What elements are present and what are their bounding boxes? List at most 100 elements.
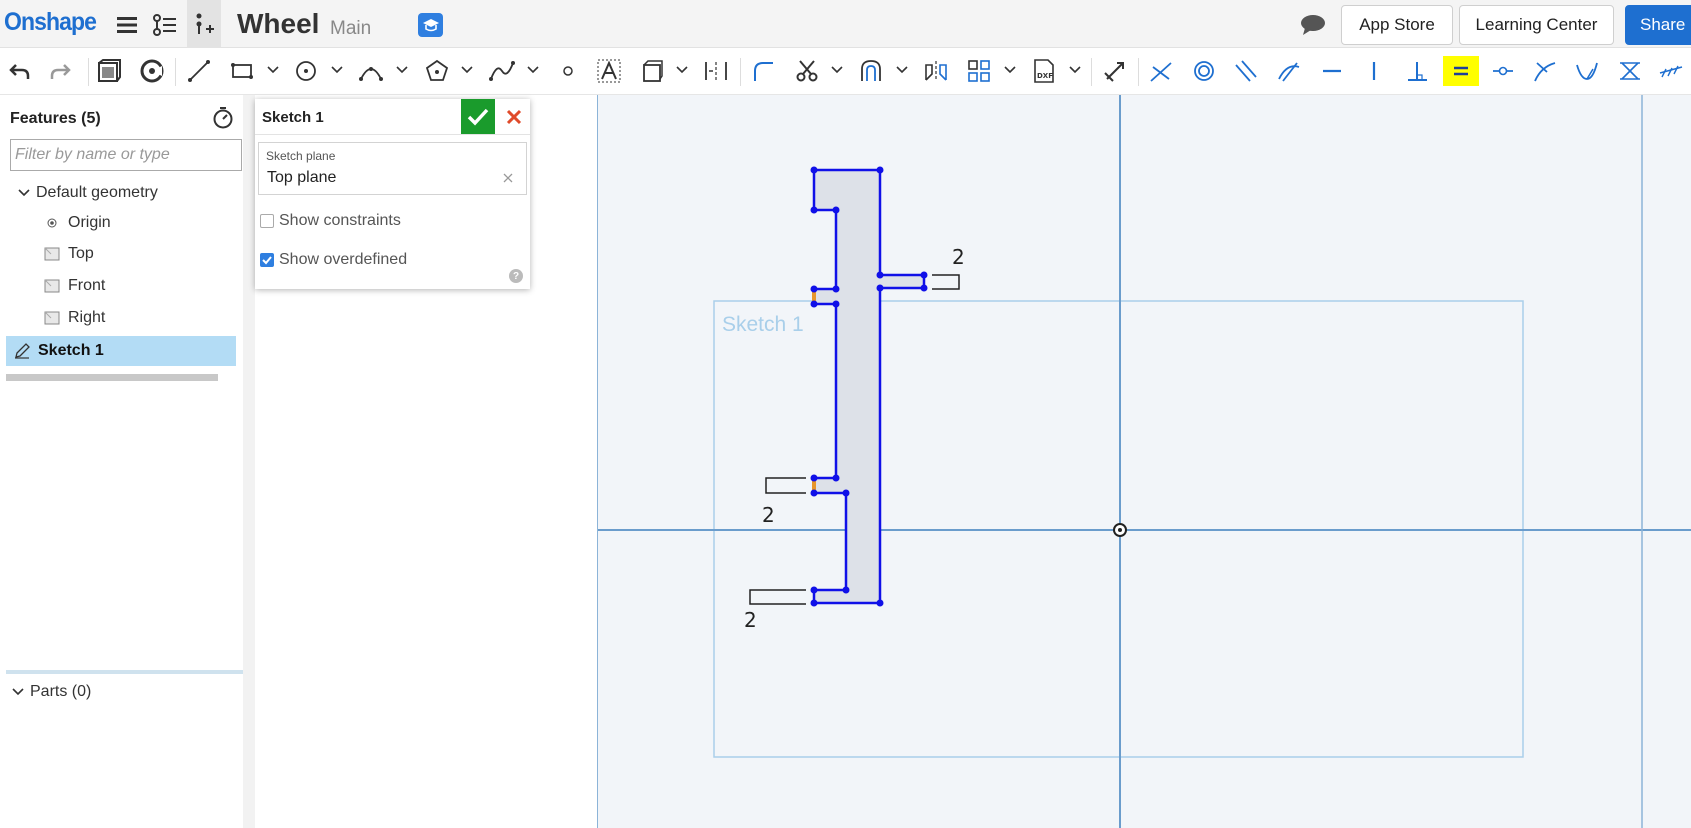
view-normal-icon[interactable]	[94, 56, 124, 86]
workspace-name[interactable]: Main	[330, 18, 371, 40]
panel-divider[interactable]	[6, 670, 255, 674]
line-icon[interactable]	[184, 56, 214, 86]
sketch-plane-value[interactable]: Top plane	[267, 169, 336, 187]
help-icon[interactable]: ?	[509, 269, 523, 283]
menu-icon[interactable]	[114, 12, 140, 38]
mirror-icon[interactable]	[921, 56, 951, 86]
horizontal-icon[interactable]	[1317, 56, 1347, 86]
dimension-icon[interactable]	[701, 56, 731, 86]
features-title: Features (5)	[10, 110, 101, 127]
show-overdefined-checkbox[interactable]	[260, 253, 274, 267]
tangent-icon[interactable]	[1274, 56, 1304, 86]
dimension-1[interactable]: 2	[932, 245, 965, 290]
tree-item-default-geometry[interactable]: Default geometry	[16, 178, 256, 208]
spline-icon[interactable]	[487, 56, 517, 86]
show-constraints-toggle[interactable]: Show constraints	[260, 212, 401, 230]
coincident-icon[interactable]	[1146, 56, 1176, 86]
sketch-plane-field[interactable]: Sketch plane Top plane	[258, 142, 527, 195]
show-overdefined-toggle[interactable]: Show overdefined	[260, 251, 407, 269]
undo-icon[interactable]	[4, 56, 34, 86]
plane-icon	[44, 278, 60, 294]
equal-icon[interactable]	[1443, 56, 1479, 86]
learning-badge-icon[interactable]	[418, 13, 443, 37]
feature-filter-input[interactable]	[11, 140, 241, 170]
fix-icon[interactable]	[1656, 56, 1686, 86]
graphics-viewport[interactable]: Sketch 1 2 2 2	[597, 95, 1691, 828]
pattern-icon[interactable]	[964, 56, 994, 86]
feature-panel: Features (5) Default geometry Origin Top…	[0, 95, 255, 828]
vertical-icon[interactable]	[1359, 56, 1389, 86]
sketch-plane-label: Sketch plane	[266, 149, 336, 163]
show-constraints-label: Show constraints	[279, 212, 401, 229]
chevron-down-icon[interactable]	[16, 185, 32, 201]
app-store-button[interactable]: App Store	[1341, 5, 1453, 45]
circle-icon[interactable]	[291, 56, 321, 86]
construction-icon[interactable]	[637, 56, 667, 86]
sketch-toolbar: DXF	[0, 48, 1691, 95]
horizontal-scrollbar[interactable]	[6, 374, 218, 381]
feature-list-icon[interactable]	[152, 12, 178, 38]
onshape-logo[interactable]: Onshape	[4, 8, 97, 37]
rectangle-icon[interactable]	[227, 56, 257, 86]
chevron-down-icon[interactable]	[675, 62, 689, 78]
parts-list-header[interactable]: Parts (0)	[10, 683, 91, 701]
show-constraints-checkbox[interactable]	[260, 214, 274, 228]
concentric-icon[interactable]	[1189, 56, 1219, 86]
sketch-dialog: Sketch 1 Sketch plane Top plane Show con…	[255, 99, 530, 289]
toolbar-separator	[1091, 58, 1092, 86]
tree-item-label: Front	[68, 277, 106, 294]
cancel-button[interactable]	[499, 99, 529, 134]
chevron-down-icon[interactable]	[266, 62, 280, 78]
rollback-timer-icon[interactable]	[211, 105, 235, 134]
chevron-down-icon[interactable]	[10, 684, 26, 700]
clear-selection-icon[interactable]	[502, 171, 514, 189]
offset-icon[interactable]	[856, 56, 886, 86]
document-title[interactable]: Wheel	[237, 8, 319, 40]
dimension-2[interactable]: 2	[762, 477, 806, 527]
sketch-icon	[14, 343, 30, 359]
tree-item-label: Sketch 1	[38, 342, 104, 359]
sketch-profile[interactable]	[812, 168, 926, 605]
fillet-icon[interactable]	[748, 56, 778, 86]
origin-marker[interactable]	[1113, 523, 1127, 537]
chevron-down-icon[interactable]	[1003, 62, 1017, 78]
chevron-down-icon[interactable]	[1068, 62, 1082, 78]
chevron-down-icon[interactable]	[830, 62, 844, 78]
toolbar-separator	[1138, 58, 1139, 86]
top-bar: Onshape Wheel Main App Store Learning Ce…	[0, 0, 1691, 48]
transform-icon[interactable]	[1100, 56, 1130, 86]
midpoint-icon[interactable]	[1488, 56, 1518, 86]
use-icon[interactable]	[137, 56, 167, 86]
insert-icon[interactable]	[187, 0, 221, 48]
chevron-down-icon[interactable]	[526, 62, 540, 78]
dimension-3[interactable]: 2	[744, 589, 806, 632]
parallel-icon[interactable]	[1231, 56, 1261, 86]
normal-icon[interactable]	[1530, 56, 1560, 86]
sketch-canvas[interactable]: Sketch 1 2 2 2	[598, 95, 1691, 828]
perpendicular-icon[interactable]	[1402, 56, 1432, 86]
chevron-down-icon[interactable]	[395, 62, 409, 78]
learning-center-button[interactable]: Learning Center	[1459, 5, 1614, 45]
feature-panel-scrollbar[interactable]	[243, 95, 255, 828]
tree-item-sketch-1[interactable]: Sketch 1	[6, 336, 236, 366]
chevron-down-icon[interactable]	[460, 62, 474, 78]
symmetric-icon[interactable]	[1615, 56, 1645, 86]
svg-text:2: 2	[762, 503, 775, 527]
feature-filter-field[interactable]	[10, 139, 242, 171]
dxf-import-icon[interactable]: DXF	[1029, 56, 1059, 86]
trim-icon[interactable]	[792, 56, 822, 86]
parts-label: Parts (0)	[30, 683, 92, 700]
chevron-down-icon[interactable]	[895, 62, 909, 78]
onshape-app: Onshape Wheel Main App Store Learning Ce…	[0, 0, 1691, 828]
pierce-icon[interactable]	[1572, 56, 1602, 86]
polygon-icon[interactable]	[422, 56, 452, 86]
share-button[interactable]: Share	[1625, 5, 1691, 45]
arc-icon[interactable]	[356, 56, 386, 86]
svg-text:DXF: DXF	[1037, 72, 1053, 80]
text-icon[interactable]	[594, 56, 624, 86]
accept-button[interactable]	[461, 99, 495, 134]
redo-icon[interactable]	[46, 56, 76, 86]
comment-icon[interactable]	[1300, 14, 1326, 41]
chevron-down-icon[interactable]	[330, 62, 344, 78]
point-icon[interactable]	[553, 56, 583, 86]
